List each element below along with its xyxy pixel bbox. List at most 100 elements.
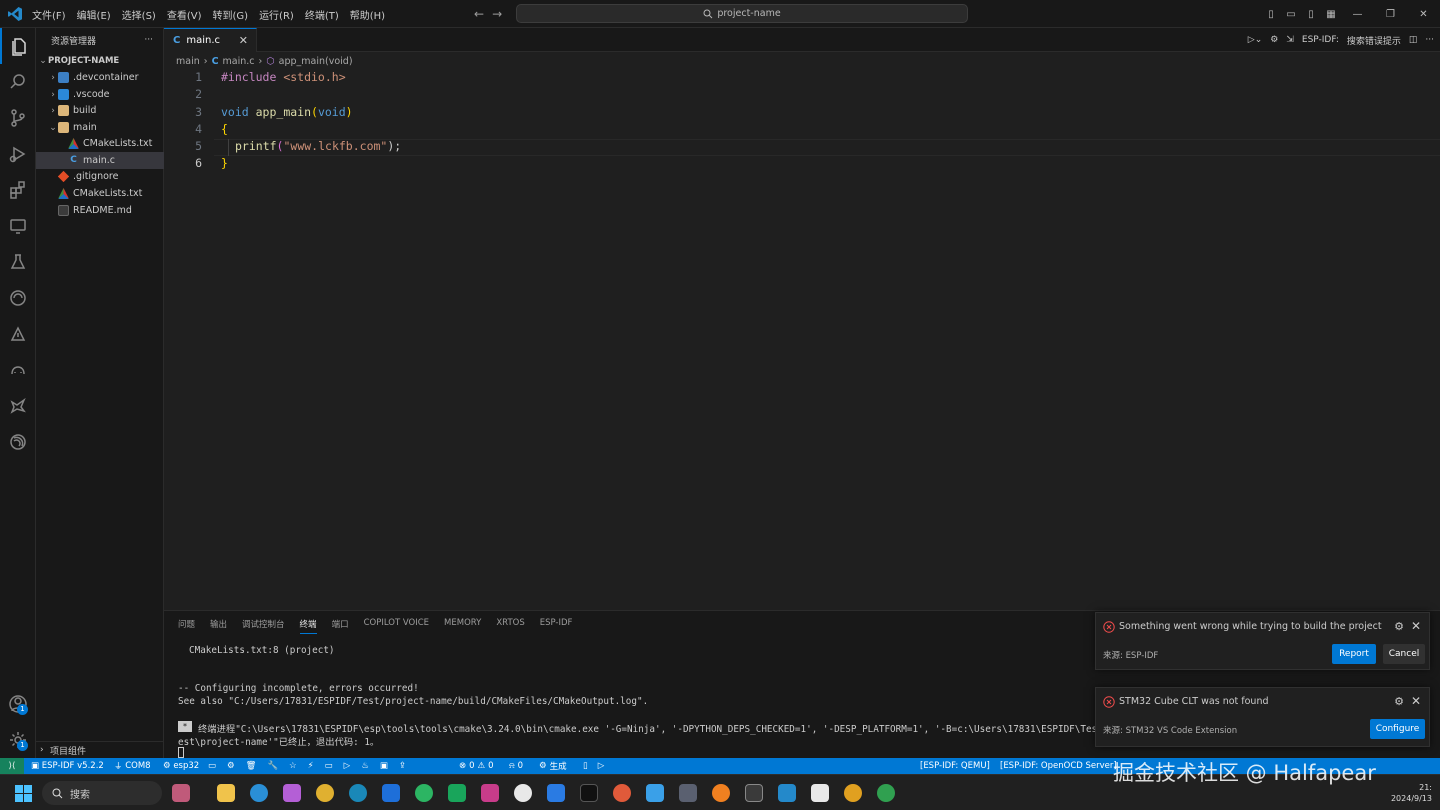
edge-icon[interactable] [250,784,268,802]
status-problems[interactable]: ⊗ 0 ⚠ 0 [459,758,494,774]
status-build[interactable]: ⚙ 生成 [539,758,567,774]
debug-icon[interactable]: ▷ [344,761,351,771]
play-icon[interactable]: ▷ [598,761,605,771]
monitor-icon[interactable]: ▭ [325,761,333,771]
close-icon[interactable]: ✕ [1411,694,1421,708]
app-doc-icon[interactable] [811,784,829,802]
espressif-icon[interactable] [0,280,36,316]
more-actions-icon[interactable]: ··· [1425,35,1434,45]
forward-arrow-icon[interactable]: → [492,7,510,21]
app-arrow-icon[interactable] [481,784,499,802]
terminal-app-icon[interactable] [745,784,763,802]
wechat-icon[interactable] [415,784,433,802]
close-tab-icon[interactable]: ✕ [239,34,248,47]
tree-item-cmakelists[interactable]: CMakeLists.txt [36,185,164,202]
tree-item-main-c[interactable]: C main.c [36,152,164,169]
status-openocd[interactable]: [ESP-IDF: OpenOCD Server] [1000,758,1117,774]
terminal-icon[interactable]: ▣ [380,761,388,771]
app-v-icon[interactable] [349,784,367,802]
source-control-icon[interactable] [0,100,36,136]
tab-ports[interactable]: 端口 [332,618,349,634]
close-window-icon[interactable]: ✕ [1407,9,1440,20]
breadcrumb-folder[interactable]: main [176,56,200,67]
doc-icon[interactable]: ▯ [583,761,588,771]
app-search-icon[interactable] [844,784,862,802]
menu-help[interactable]: 帮助(H) [350,7,385,22]
toggle-primary-sidebar-icon[interactable]: ▯ [1261,9,1281,20]
split-editor-icon[interactable]: ◫ [1409,35,1418,45]
testing-icon[interactable] [0,244,36,280]
remote-indicator-icon[interactable]: ⟩⟨ [0,758,24,774]
folder-icon[interactable]: ▭ [208,761,216,771]
windows-start-icon[interactable] [15,785,32,802]
upload-icon[interactable]: ⇪ [399,761,406,771]
status-target[interactable]: ⚙ esp32 [163,758,199,774]
menu-run[interactable]: 运行(R) [259,7,294,22]
flash-icon[interactable]: ⚡ [308,761,314,771]
manage-gear-icon[interactable]: 1 [0,722,36,758]
tree-item-gitignore[interactable]: .gitignore [36,168,164,185]
platformio-icon[interactable] [0,316,36,352]
tree-item-readme[interactable]: README.md [36,202,164,219]
menu-edit[interactable]: 编辑(E) [77,7,111,22]
menu-file[interactable]: 文件(F) [32,7,66,22]
status-port[interactable]: ⏚ COM8 [114,758,151,774]
run-debug-dropdown-icon[interactable]: ▷⌄ [1248,35,1262,45]
tree-item-vscode[interactable]: › .vscode [36,86,164,103]
todo-icon[interactable] [547,784,565,802]
app-orange-icon[interactable] [712,784,730,802]
chrome-canary-icon[interactable] [613,784,631,802]
flame-icon[interactable]: ♨ [361,761,369,771]
chrome-icon[interactable] [316,784,334,802]
close-icon[interactable]: ✕ [1411,619,1421,633]
stm32-icon[interactable] [0,388,36,424]
menu-go[interactable]: 转到(G) [213,7,249,22]
report-button[interactable]: Report [1332,644,1376,664]
settings-icon[interactable]: ⚙ [227,761,235,771]
menu-view[interactable]: 查看(V) [167,7,202,22]
more-actions-icon[interactable]: ··· [144,35,153,45]
restore-icon[interactable]: ❐ [1374,9,1407,20]
app-blue-icon[interactable] [646,784,664,802]
search-error-hint-button[interactable]: 搜索错误提示 [1347,34,1401,47]
file-explorer-icon[interactable] [217,784,235,802]
project-root[interactable]: ⌄ PROJECT-NAME [36,52,164,69]
toggle-panel-icon[interactable]: ▭ [1281,9,1301,20]
code-editor[interactable]: 1 2 3 4 5 6 #include <stdio.h> void app_… [164,70,1440,610]
app-window-icon[interactable] [679,784,697,802]
app-globe-icon[interactable] [877,784,895,802]
wrench-icon[interactable]: 🔧 [267,761,278,771]
export-icon[interactable]: ⇲ [1286,35,1294,45]
remote-explorer-icon[interactable] [0,208,36,244]
qq-icon[interactable] [514,784,532,802]
configure-button[interactable]: Configure [1370,719,1425,739]
menu-selection[interactable]: 选择(S) [122,7,156,22]
tree-item-main-cmakelists[interactable]: CMakeLists.txt [36,135,164,152]
project-components-section[interactable]: › 项目组件 [36,741,164,758]
back-arrow-icon[interactable]: ← [474,7,492,21]
breadcrumb-file[interactable]: main.c [223,56,255,67]
customize-layout-icon[interactable]: ▦ [1321,9,1341,20]
gear-icon[interactable]: ⚙ [1394,695,1404,708]
menu-terminal[interactable]: 终端(T) [305,7,339,22]
trash-icon[interactable]: 🗑 [246,761,257,771]
tab-memory[interactable]: MEMORY [444,618,481,634]
copilot-icon[interactable] [0,352,36,388]
app-dark-icon[interactable] [580,784,598,802]
app-icon[interactable] [283,784,301,802]
extensions-icon[interactable] [0,172,36,208]
tree-item-build[interactable]: › build [36,102,164,119]
toggle-secondary-sidebar-icon[interactable]: ▯ [1301,9,1321,20]
cancel-button[interactable]: Cancel [1383,644,1425,664]
tab-output[interactable]: 输出 [210,618,227,634]
command-center[interactable]: project-name [516,4,968,23]
app-green-icon[interactable] [448,784,466,802]
status-idf-version[interactable]: ▣ ESP-IDF v5.2.2 [31,758,104,774]
tab-debug-console[interactable]: 调试控制台 [242,618,285,634]
accounts-icon[interactable]: 1 [0,686,36,722]
tab-xrtos[interactable]: XRTOS [496,618,524,634]
tree-item-main[interactable]: ⌄ main [36,119,164,136]
app-store-icon[interactable] [382,784,400,802]
taskbar-search[interactable]: 搜索 [42,781,162,805]
tab-esp-idf[interactable]: ESP-IDF [540,618,573,634]
